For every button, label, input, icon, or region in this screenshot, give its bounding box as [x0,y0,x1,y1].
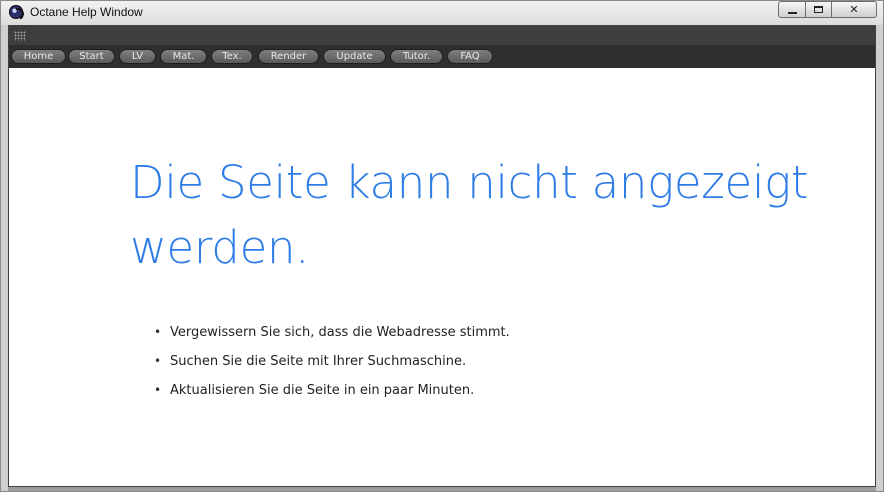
error-headline: Die Seite kann nicht angezeigt werden. [130,156,809,274]
grip-dots-icon[interactable] [14,31,26,41]
troubleshooting-list: Vergewissern Sie sich, dass die Webadres… [154,318,510,405]
close-button[interactable]: ✕ [831,1,877,18]
minimize-button[interactable] [778,1,806,18]
nav-mat-button[interactable]: Mat. [160,49,207,64]
nav-update-button[interactable]: Update [323,49,386,64]
window-title: Octane Help Window [30,5,143,19]
nav-lv-button[interactable]: LV [119,49,156,64]
list-item: Suchen Sie die Seite mit Ihrer Suchmasch… [154,347,510,376]
help-nav-bar: Home Start LV Mat. Tex. Render Update Tu… [9,45,875,68]
maximize-button[interactable] [805,1,832,18]
title-bar[interactable]: Octane Help Window ✕ [1,1,883,25]
nav-render-button[interactable]: Render [258,49,319,64]
window-client-area: Home Start LV Mat. Tex. Render Update Tu… [8,25,876,487]
minimize-icon [779,2,805,17]
window-bottom-edge [8,487,876,491]
list-item: Aktualisieren Sie die Seite in ein paar … [154,376,510,405]
nav-tutor-button[interactable]: Tutor. [390,49,443,64]
maximize-icon [806,2,831,17]
nav-home-button[interactable]: Home [11,49,66,64]
nav-start-button[interactable]: Start [68,49,115,64]
octane-app-icon[interactable] [9,5,23,19]
nav-tex-button[interactable]: Tex. [211,49,253,64]
help-window: Octane Help Window ✕ Home Start LV Mat. … [0,0,884,492]
help-content-view: Die Seite kann nicht angezeigt werden. V… [9,68,875,486]
toolbar-grip-row [9,26,875,45]
close-icon: ✕ [849,3,859,16]
list-item: Vergewissern Sie sich, dass die Webadres… [154,318,510,347]
nav-faq-button[interactable]: FAQ [447,49,493,64]
